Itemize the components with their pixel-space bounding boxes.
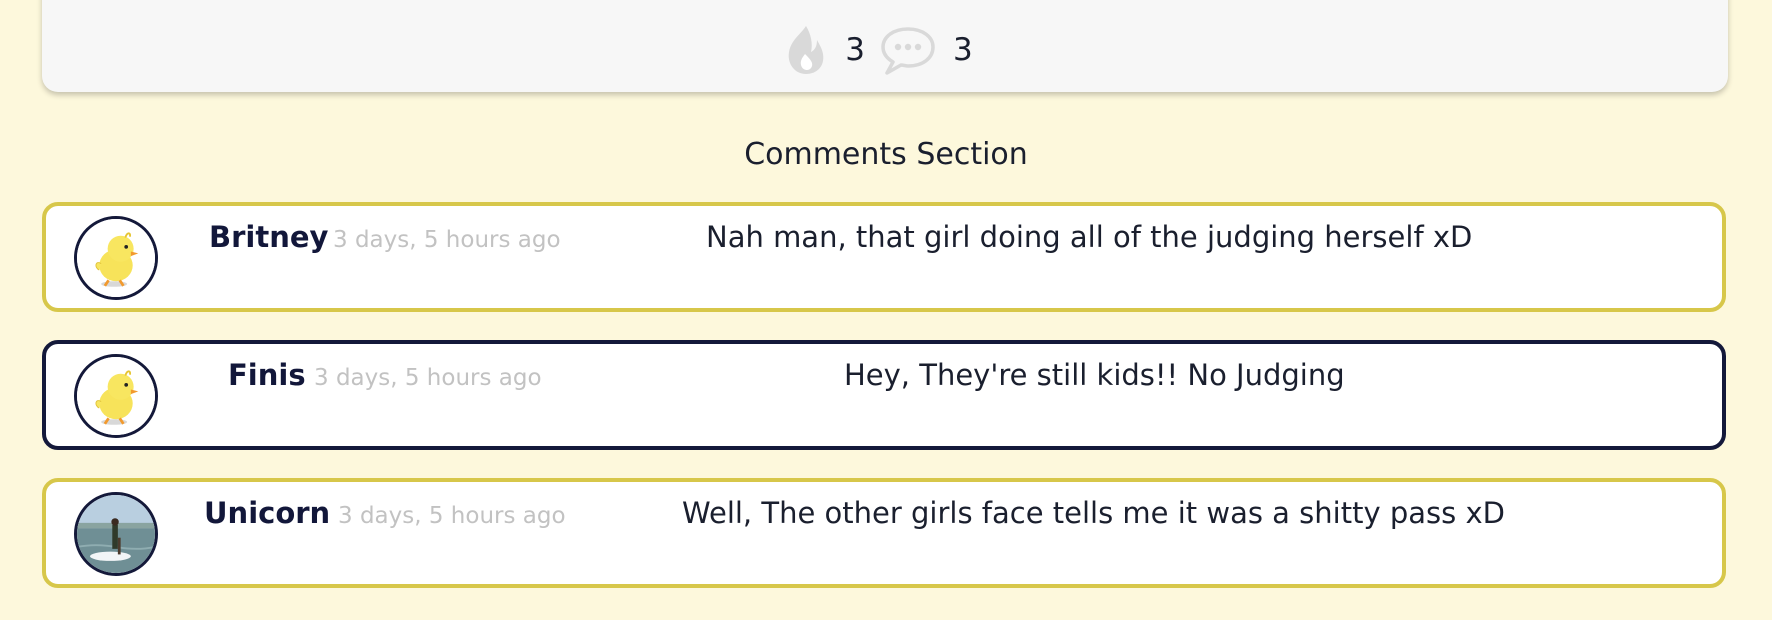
comment-timestamp: 3 days, 5 hours ago xyxy=(338,503,566,529)
comment-username[interactable]: Unicorn xyxy=(204,496,330,530)
comment-card: Britney 3 days, 5 hours ago Nah man, tha… xyxy=(42,202,1726,312)
comment-username[interactable]: Finis xyxy=(228,358,306,392)
post-card: 3 3 xyxy=(42,0,1728,92)
comment-timestamp: 3 days, 5 hours ago xyxy=(314,365,542,391)
comment-username[interactable]: Britney xyxy=(209,220,328,254)
paddleboard-photo-avatar[interactable] xyxy=(74,492,158,576)
comments-count: 3 xyxy=(953,32,973,68)
flame-icon[interactable] xyxy=(783,24,829,76)
post-stats: 3 3 xyxy=(42,24,1728,76)
comment-text: Nah man, that girl doing all of the judg… xyxy=(706,220,1473,254)
comment-text: Hey, They're still kids!! No Judging xyxy=(844,358,1345,392)
likes-count: 3 xyxy=(845,32,865,68)
comment-stat[interactable]: 3 xyxy=(879,24,987,76)
like-stat[interactable]: 3 xyxy=(783,24,879,76)
comment-card: Finis 3 days, 5 hours ago Hey, They're s… xyxy=(42,340,1726,450)
duck-avatar[interactable] xyxy=(74,216,158,300)
duck-avatar[interactable] xyxy=(74,354,158,438)
chat-bubble-icon[interactable] xyxy=(879,24,937,76)
comment-text: Well, The other girls face tells me it w… xyxy=(682,496,1505,530)
comments-section-title: Comments Section xyxy=(744,137,1028,172)
comment-timestamp: 3 days, 5 hours ago xyxy=(333,227,561,253)
comment-card: Unicorn 3 days, 5 hours ago Well, The ot… xyxy=(42,478,1726,588)
